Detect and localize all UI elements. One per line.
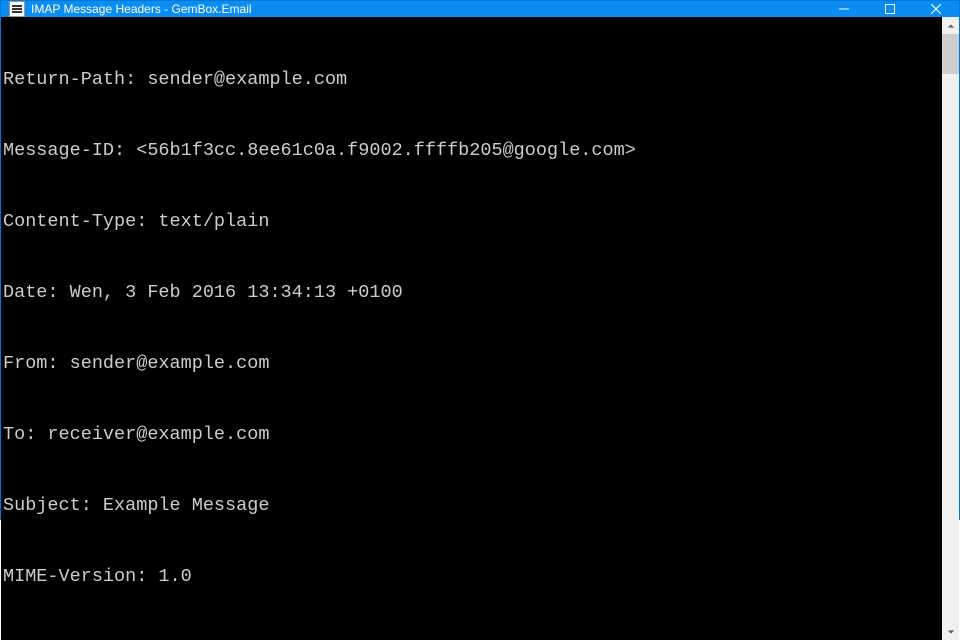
content-area: Return-Path: sender@example.com Message-… (1, 17, 959, 640)
header-line: To: receiver@example.com (3, 423, 940, 447)
header-line: MIME-Version: 1.0 (3, 565, 940, 589)
maximize-icon (885, 4, 895, 14)
chevron-up-icon (947, 22, 955, 30)
header-line: From: sender@example.com (3, 352, 940, 376)
close-button[interactable] (913, 1, 959, 17)
header-line: Subject: Example Message (3, 494, 940, 518)
console-output[interactable]: Return-Path: sender@example.com Message-… (1, 17, 942, 640)
scroll-up-button[interactable] (942, 17, 959, 34)
app-icon (9, 1, 25, 17)
scrollbar-thumb[interactable] (942, 34, 959, 74)
minimize-icon (839, 4, 849, 14)
header-line: Date: Wen, 3 Feb 2016 13:34:13 +0100 (3, 281, 940, 305)
scroll-down-button[interactable] (942, 623, 959, 640)
close-icon (931, 4, 941, 14)
chevron-down-icon (947, 628, 955, 636)
window-title: IMAP Message Headers - GemBox.Email (31, 2, 252, 16)
header-line: Message-ID: <56b1f3cc.8ee61c0a.f9002.fff… (3, 139, 940, 163)
vertical-scrollbar[interactable] (942, 17, 959, 640)
application-window: IMAP Message Headers - GemBox.Email Retu… (0, 0, 960, 520)
window-titlebar[interactable]: IMAP Message Headers - GemBox.Email (1, 1, 959, 17)
maximize-button[interactable] (867, 1, 913, 17)
header-line: Return-Path: sender@example.com (3, 68, 940, 92)
window-controls (821, 1, 959, 17)
scrollbar-track[interactable] (942, 34, 959, 623)
header-line: Content-Type: text/plain (3, 210, 940, 234)
minimize-button[interactable] (821, 1, 867, 17)
